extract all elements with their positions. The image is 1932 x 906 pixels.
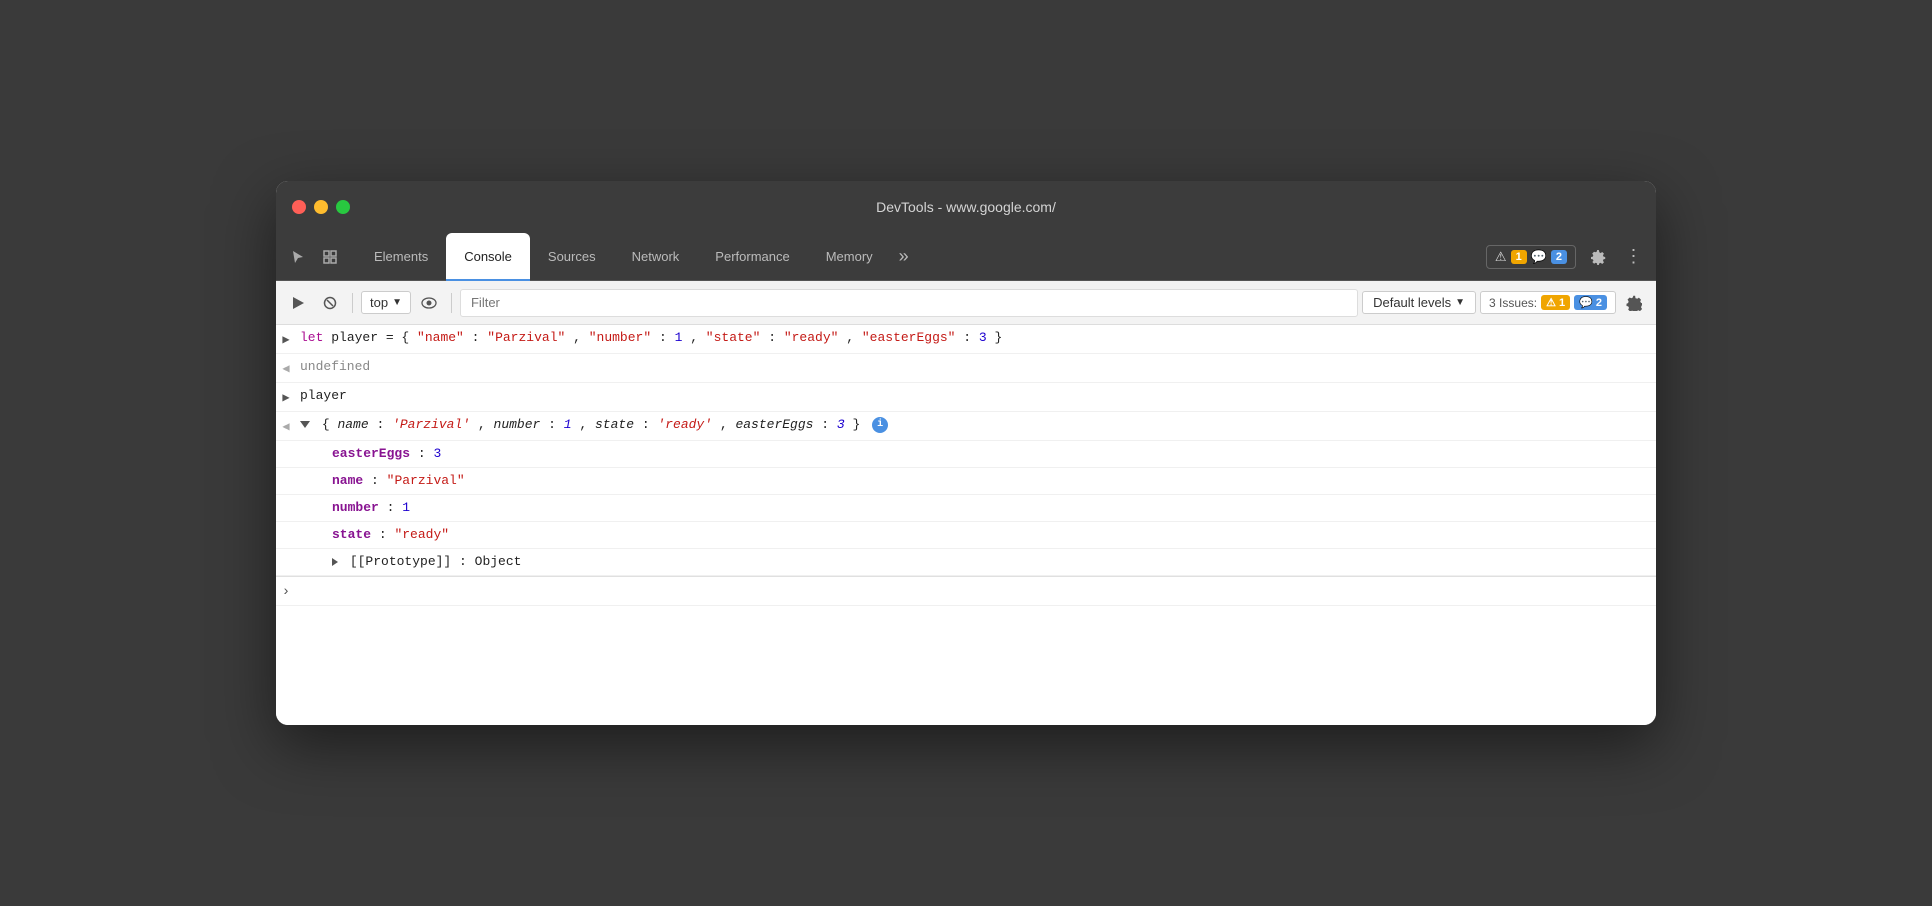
tab-memory[interactable]: Memory: [808, 233, 891, 281]
console-prop-state: state : "ready": [276, 522, 1656, 549]
titlebar: DevTools - www.google.com/: [276, 181, 1656, 233]
settings-icon[interactable]: [1584, 243, 1612, 271]
tab-sources[interactable]: Sources: [530, 233, 614, 281]
prop-content-eastereggs: easterEggs : 3: [296, 445, 1648, 463]
context-label: top: [370, 295, 388, 310]
tab-more[interactable]: »: [891, 246, 917, 267]
arrow-right-icon: ▶: [282, 331, 289, 349]
gutter-10: ›: [276, 581, 296, 601]
expand-icon[interactable]: [300, 421, 310, 428]
keyword-let: let: [300, 330, 323, 345]
arrow-right-icon-2: ▶: [282, 389, 289, 407]
clear-icon[interactable]: [316, 289, 344, 317]
comment-icon: 💬: [1531, 249, 1547, 265]
separator-2: [451, 293, 452, 313]
prop-content-name: name : "Parzival": [296, 472, 1648, 490]
issues-info-badge: 💬 2: [1574, 295, 1607, 310]
gutter-9: [276, 553, 296, 555]
arrow-left-icon-2: ◀: [282, 418, 289, 436]
console-line-input-1: ▶ let player = { "name" : "Parzival" , "…: [276, 325, 1656, 354]
console-prop-number: number : 1: [276, 495, 1656, 522]
tab-elements[interactable]: Elements: [356, 233, 446, 281]
issues-warning-count: 1: [1511, 250, 1527, 264]
gutter-7: [276, 499, 296, 501]
prop-content-state: state : "ready": [296, 526, 1648, 544]
levels-selector[interactable]: Default levels ▼: [1362, 291, 1476, 314]
separator-1: [352, 293, 353, 313]
issues-count[interactable]: 3 Issues: ⚠ 1 💬 2: [1480, 291, 1616, 314]
console-prototype[interactable]: [[Prototype]] : Object: [276, 549, 1656, 576]
prop-content-prototype: [[Prototype]] : Object: [296, 553, 1648, 571]
prototype-expand-icon[interactable]: [332, 558, 338, 566]
inspect-icon[interactable]: [316, 243, 344, 271]
line-content-3: player: [296, 387, 1648, 405]
execute-icon[interactable]: [284, 289, 312, 317]
line-content-4: { name : 'Parzival' , number : 1 , state…: [296, 416, 1648, 434]
tab-network[interactable]: Network: [614, 233, 698, 281]
console-toolbar: top ▼ Default levels ▼ 3 Issues: ⚠ 1 💬 2: [276, 281, 1656, 325]
prop-content-number: number : 1: [296, 499, 1648, 517]
maximize-button[interactable]: [336, 200, 350, 214]
console-input[interactable]: [300, 582, 1648, 597]
context-selector[interactable]: top ▼: [361, 291, 411, 314]
issues-badge[interactable]: ⚠ 1 💬 2: [1486, 245, 1576, 269]
levels-label: Default levels: [1373, 295, 1451, 310]
devtools-window: DevTools - www.google.com/ Elements: [276, 181, 1656, 725]
gutter-4: ◀: [276, 416, 296, 436]
console-prop-eastereggs: easterEggs : 3: [276, 441, 1656, 468]
warning-icon: ⚠: [1495, 249, 1507, 265]
tab-console[interactable]: Console: [446, 233, 530, 281]
console-output: ▶ let player = { "name" : "Parzival" , "…: [276, 325, 1656, 725]
info-icon[interactable]: i: [872, 417, 888, 433]
chevron-down-icon-2: ▼: [1455, 297, 1465, 308]
gutter-6: [276, 472, 296, 474]
gutter-3: ▶: [276, 387, 296, 407]
gutter-5: [276, 445, 296, 447]
eye-icon[interactable]: [415, 289, 443, 317]
filter-input[interactable]: [460, 289, 1358, 317]
issues-text: 3 Issues:: [1489, 296, 1537, 310]
tabbar: Elements Console Sources Network Perform…: [276, 233, 1656, 281]
window-title: DevTools - www.google.com/: [876, 199, 1056, 215]
issues-info-count: 2: [1551, 250, 1567, 264]
console-input-line[interactable]: ›: [276, 576, 1656, 606]
cursor-icon[interactable]: [284, 243, 312, 271]
gutter-2: ◀: [276, 358, 296, 378]
input-prompt-icon: ›: [282, 583, 290, 601]
gutter-1: ▶: [276, 329, 296, 349]
tabbar-icons: [284, 243, 344, 271]
console-prop-name: name : "Parzival": [276, 468, 1656, 495]
input-area[interactable]: [296, 581, 1648, 599]
arrow-left-icon: ◀: [282, 360, 289, 378]
minimize-button[interactable]: [314, 200, 328, 214]
line-content-1: let player = { "name" : "Parzival" , "nu…: [296, 329, 1648, 347]
console-line-output-1: ◀ undefined: [276, 354, 1656, 383]
tab-performance[interactable]: Performance: [697, 233, 807, 281]
kebab-menu-icon[interactable]: ⋮: [1620, 243, 1648, 271]
chevron-down-icon: ▼: [392, 297, 402, 308]
traffic-lights: [292, 200, 350, 214]
issues-warning-badge: ⚠ 1: [1541, 295, 1570, 310]
line-content-2: undefined: [296, 358, 1648, 376]
console-settings-icon[interactable]: [1620, 289, 1648, 317]
gutter-8: [276, 526, 296, 528]
tabbar-right: ⚠ 1 💬 2 ⋮: [1486, 243, 1648, 271]
console-line-object-header[interactable]: ◀ { name : 'Parzival' , number : 1 , sta…: [276, 412, 1656, 441]
close-button[interactable]: [292, 200, 306, 214]
console-line-input-2: ▶ player: [276, 383, 1656, 412]
